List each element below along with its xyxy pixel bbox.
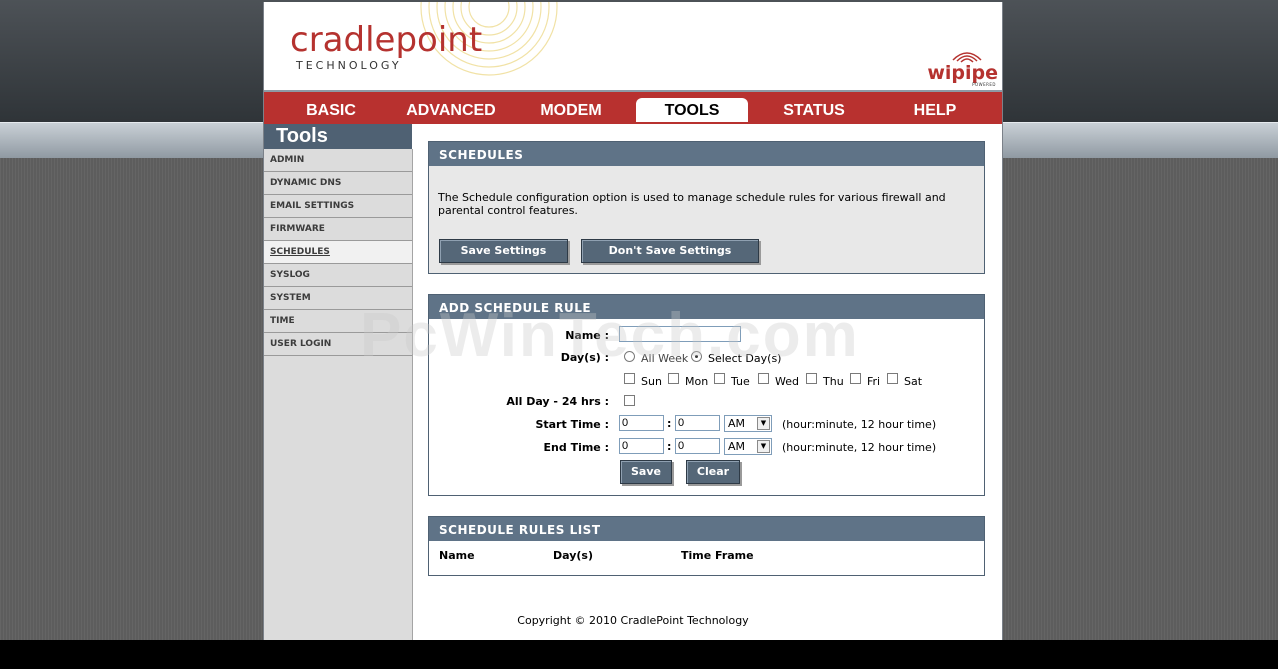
schedules-panel: SCHEDULES The Schedule configuration opt… [428,141,985,274]
start-hour-input[interactable] [619,415,664,431]
brand-subtitle: TECHNOLOGY [296,59,402,72]
schedules-description: The Schedule configuration option is use… [438,191,946,217]
start-ampm-select[interactable]: AM ▼ [724,415,772,432]
chevron-down-icon: ▼ [757,417,770,430]
schedule-rules-list-title: SCHEDULE RULES LIST [429,517,984,541]
sidebar-item-dynamic-dns[interactable]: DYNAMIC DNS [264,172,412,195]
end-minute-input[interactable] [675,438,720,454]
main-nav: BASIC ADVANCED MODEM TOOLS STATUS HELP [264,90,1002,124]
column-header-days: Day(s) [553,549,593,562]
select-days-radio[interactable] [691,351,702,362]
main-content: SCHEDULES The Schedule configuration opt… [413,124,1002,640]
day-wed-checkbox[interactable] [758,373,769,384]
add-schedule-rule-panel: ADD SCHEDULE RULE Name : Day(s) : All We… [428,294,985,496]
start-time-colon: : [667,417,672,430]
header: cradlepoint TECHNOLOGY wipipe POWERED [264,2,1002,90]
desktop-background-bottom [0,640,1278,669]
dont-save-settings-button[interactable]: Don't Save Settings [581,239,759,263]
start-ampm-value: AM [728,417,746,430]
save-settings-button[interactable]: Save Settings [439,239,568,263]
sidebar-item-user-login[interactable]: USER LOGIN [264,333,412,356]
brand-logo-text: cradlepoint [290,20,483,60]
day-sat-checkbox[interactable] [887,373,898,384]
all-week-radio[interactable] [624,351,635,362]
start-time-hint: (hour:minute, 12 hour time) [782,418,937,431]
save-rule-button[interactable]: Save [620,460,672,484]
sidebar-item-system[interactable]: SYSTEM [264,287,412,310]
tab-tools[interactable]: TOOLS [636,98,748,122]
days-label: Day(s) : [560,351,609,364]
chevron-down-icon: ▼ [757,440,770,453]
select-days-label: Select Day(s) [708,352,782,365]
end-ampm-value: AM [728,440,746,453]
day-mon-checkbox[interactable] [668,373,679,384]
rule-name-input[interactable] [619,326,741,342]
all-day-label: All Day - 24 hrs : [506,395,609,408]
end-time-label: End Time : [543,441,609,454]
schedule-rules-list-panel: SCHEDULE RULES LIST Name Day(s) Time Fra… [428,516,985,576]
sidebar-item-admin[interactable]: ADMIN [264,149,412,172]
sidebar-title: Tools [276,125,328,147]
end-time-colon: : [667,440,672,453]
schedules-panel-title: SCHEDULES [429,142,984,166]
day-thu-checkbox[interactable] [806,373,817,384]
sidebar-item-firmware[interactable]: FIRMWARE [264,218,412,241]
day-tue-label: Tue [731,375,750,388]
start-minute-input[interactable] [675,415,720,431]
partner-logo-text: wipipe [927,62,998,84]
column-header-time-frame: Time Frame [681,549,754,562]
day-thu-label: Thu [823,375,844,388]
day-tue-checkbox[interactable] [714,373,725,384]
start-time-label: Start Time : [535,418,609,431]
column-header-name: Name [439,549,475,562]
tab-modem[interactable]: MODEM [516,98,626,122]
name-label: Name : [565,329,609,342]
day-sun-label: Sun [641,375,662,388]
sidebar-title-bar: Tools [264,124,412,149]
sidebar-item-time[interactable]: TIME [264,310,412,333]
copyright-text: Copyright © 2010 CradlePoint Technology [517,614,749,627]
clear-rule-button[interactable]: Clear [686,460,740,484]
day-sun-checkbox[interactable] [624,373,635,384]
partner-logo-subtitle: POWERED [972,82,996,87]
all-day-checkbox[interactable] [624,395,635,406]
end-ampm-select[interactable]: AM ▼ [724,438,772,455]
sidebar-item-schedules[interactable]: SCHEDULES [264,241,412,264]
sidebar-item-syslog[interactable]: SYSLOG [264,264,412,287]
day-fri-checkbox[interactable] [850,373,861,384]
tab-advanced[interactable]: ADVANCED [396,98,506,122]
sidebar: ADMIN DYNAMIC DNS EMAIL SETTINGS FIRMWAR… [264,149,413,640]
tab-help[interactable]: HELP [880,98,990,122]
end-time-hint: (hour:minute, 12 hour time) [782,441,937,454]
end-hour-input[interactable] [619,438,664,454]
all-week-label: All Week [641,352,689,365]
router-admin-page: cradlepoint TECHNOLOGY wipipe POWERED BA… [263,2,1003,640]
day-wed-label: Wed [775,375,799,388]
sidebar-item-email-settings[interactable]: EMAIL SETTINGS [264,195,412,218]
day-fri-label: Fri [867,375,881,388]
add-schedule-rule-title: ADD SCHEDULE RULE [429,295,984,319]
tab-basic[interactable]: BASIC [276,98,386,122]
day-sat-label: Sat [904,375,923,388]
tab-status[interactable]: STATUS [759,98,869,122]
day-mon-label: Mon [685,375,709,388]
